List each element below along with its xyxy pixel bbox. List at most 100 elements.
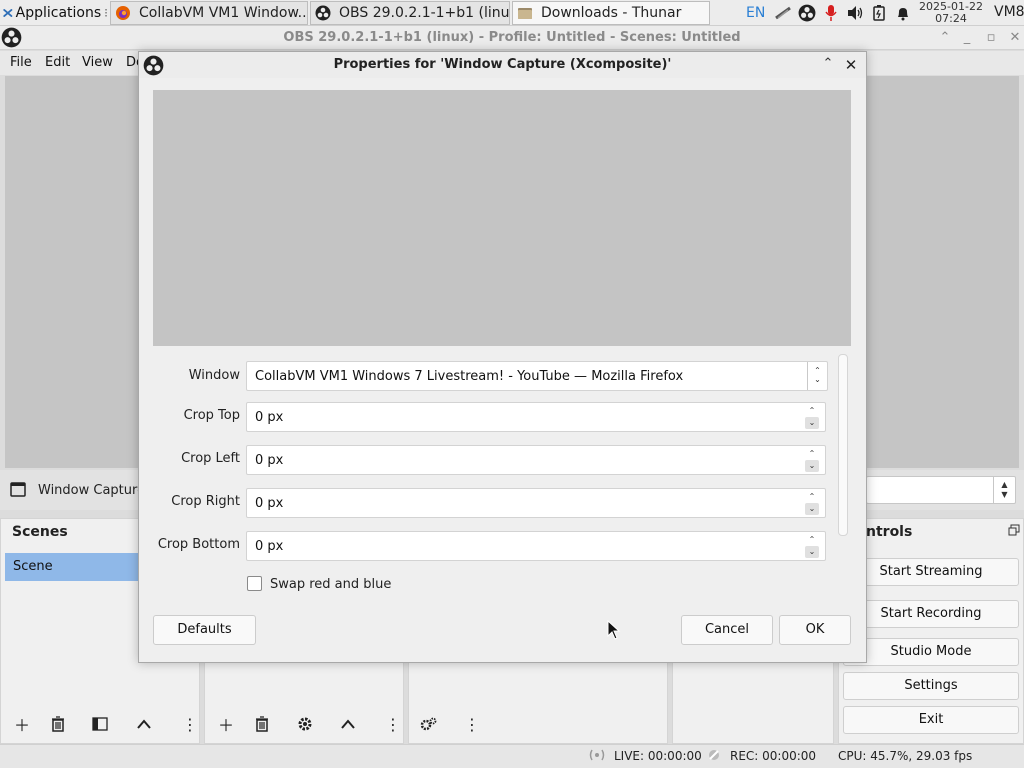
cpu-fps-status: CPU: 45.7%, 29.03 fps: [838, 749, 973, 763]
source-toolbar-select[interactable]: ▲ ▼: [866, 476, 1016, 504]
network-icon[interactable]: [774, 4, 792, 22]
spin-down-icon[interactable]: ⌄: [805, 460, 819, 472]
obs-logo-icon: [1, 27, 22, 48]
remove-source-icon[interactable]: [250, 712, 274, 736]
exit-button[interactable]: Exit: [843, 706, 1019, 734]
dialog-close-icon[interactable]: ✕: [843, 56, 859, 74]
xfce-logo-icon: [3, 9, 13, 17]
mouse-pointer-icon: [607, 620, 621, 640]
task-label: CollabVM VM1 Window...: [139, 5, 308, 21]
scenes-dock-title: Scenes: [12, 524, 68, 540]
source-properties-gear-icon[interactable]: [293, 712, 317, 736]
spin-buttons: ⌃ ⌄: [805, 405, 821, 431]
menu-file[interactable]: File: [10, 55, 32, 70]
window-maximize-button[interactable]: ▫: [982, 29, 1000, 47]
controls-dock-title: ntrols: [866, 524, 913, 540]
move-source-up-icon[interactable]: [336, 712, 360, 736]
settings-button[interactable]: Settings: [843, 672, 1019, 700]
window-field-label: Window: [188, 368, 240, 383]
dialog-title: Properties for 'Window Capture (Xcomposi…: [333, 57, 672, 72]
crop-right-spinbox[interactable]: 0 px ⌃ ⌄: [246, 488, 826, 518]
microphone-icon[interactable]: [822, 4, 840, 22]
window-select[interactable]: CollabVM VM1 Windows 7 Livestream! - You…: [246, 361, 828, 391]
spin-down-icon[interactable]: ⌄: [805, 417, 819, 429]
firefox-icon: [116, 6, 130, 20]
menu-view[interactable]: View: [82, 55, 113, 70]
vm-label: VM8: [994, 4, 1024, 20]
crop-bottom-value: 0 px: [255, 539, 284, 554]
rec-timer: REC: 00:00:00: [730, 749, 817, 763]
studio-mode-button[interactable]: Studio Mode: [843, 638, 1019, 666]
spin-up-icon[interactable]: ⌃: [805, 448, 819, 460]
spin-buttons: ⌃ ⌄: [805, 448, 821, 474]
clock[interactable]: 2025-01-22 07:24: [916, 0, 986, 26]
add-scene-icon[interactable]: ＋: [10, 712, 34, 736]
task-label: Downloads - Thunar: [541, 5, 682, 21]
notification-bell-icon[interactable]: [894, 4, 912, 22]
properties-scrollbar[interactable]: [838, 354, 848, 536]
obs-tray-icon[interactable]: [798, 4, 816, 22]
chevron-updown-icon: ▲ ▼: [993, 477, 1015, 503]
start-streaming-button[interactable]: Start Streaming: [843, 558, 1019, 586]
capture-preview: [153, 90, 851, 346]
swap-red-blue-label[interactable]: Swap red and blue: [270, 577, 391, 592]
obs-window-title: OBS 29.0.2.1-1+b1 (linux) - Profile: Unt…: [283, 30, 741, 45]
source-more-menu-icon[interactable]: ⋮: [381, 712, 405, 736]
add-source-icon[interactable]: ＋: [214, 712, 238, 736]
spin-down-icon[interactable]: ⌄: [805, 503, 819, 515]
window-select-value: CollabVM VM1 Windows 7 Livestream! - You…: [255, 369, 684, 384]
scene-more-menu-icon[interactable]: ⋮: [178, 712, 202, 736]
undock-icon[interactable]: [1008, 524, 1020, 536]
folder-icon: [518, 8, 532, 19]
crop-top-spinbox[interactable]: 0 px ⌃ ⌄: [246, 402, 826, 432]
mixer-more-menu-icon[interactable]: ⋮: [460, 712, 484, 736]
spin-up-icon[interactable]: ⌃: [805, 405, 819, 417]
live-timer: LIVE: 00:00:00: [614, 749, 702, 763]
crop-right-label: Crop Right: [171, 494, 240, 509]
defaults-button[interactable]: Defaults: [153, 615, 256, 645]
window-minimize-button[interactable]: _: [958, 29, 976, 47]
window-shade-button[interactable]: ⌃: [936, 29, 954, 47]
menu-edit[interactable]: Edit: [45, 55, 70, 70]
task-obs[interactable]: OBS 29.0.2.1-1+b1 (linu...: [310, 1, 510, 25]
spin-buttons: ⌃ ⌄: [805, 491, 821, 517]
chevron-updown-icon: ⌃ ⌄: [807, 362, 827, 390]
rec-status-icon: [709, 750, 719, 760]
crop-bottom-label: Crop Bottom: [157, 537, 240, 552]
task-thunar[interactable]: Downloads - Thunar: [512, 1, 710, 25]
start-recording-button[interactable]: Start Recording: [843, 600, 1019, 628]
crop-top-value: 0 px: [255, 410, 284, 425]
battery-icon[interactable]: [870, 4, 888, 22]
cancel-button[interactable]: Cancel: [681, 615, 773, 645]
crop-left-spinbox[interactable]: 0 px ⌃ ⌄: [246, 445, 826, 475]
scene-filters-icon[interactable]: [88, 712, 112, 736]
dialog-maximize-icon[interactable]: ⌃: [820, 56, 836, 72]
spin-up-icon[interactable]: ⌃: [805, 491, 819, 503]
obs-titlebar: OBS 29.0.2.1-1+b1 (linux) - Profile: Unt…: [0, 26, 1024, 50]
separator-dots-icon: ⁝: [104, 6, 108, 20]
scene-name: Scene: [13, 559, 53, 574]
window-source-icon: [10, 482, 26, 497]
applications-menu-button[interactable]: Applications ⁝: [0, 0, 108, 26]
spin-up-icon[interactable]: ⌃: [805, 534, 819, 546]
applications-label: Applications: [15, 5, 102, 21]
swap-red-blue-checkbox[interactable]: [247, 576, 262, 591]
crop-right-value: 0 px: [255, 496, 284, 511]
mixer-advanced-settings-icon[interactable]: [417, 712, 441, 736]
crop-top-label: Crop Top: [183, 408, 240, 423]
ok-button[interactable]: OK: [779, 615, 851, 645]
spin-buttons: ⌃ ⌄: [805, 534, 821, 560]
crop-left-value: 0 px: [255, 453, 284, 468]
task-label: OBS 29.0.2.1-1+b1 (linu...: [339, 5, 510, 21]
spin-down-icon[interactable]: ⌄: [805, 546, 819, 558]
remove-scene-icon[interactable]: [46, 712, 70, 736]
task-firefox[interactable]: CollabVM VM1 Window...: [110, 1, 308, 25]
window-close-button[interactable]: ✕: [1006, 29, 1024, 47]
keyboard-layout-indicator[interactable]: EN: [746, 5, 765, 21]
clock-time: 07:24: [935, 12, 967, 25]
crop-bottom-spinbox[interactable]: 0 px ⌃ ⌄: [246, 531, 826, 561]
selected-source-label: Window Capture: [38, 483, 146, 498]
move-scene-up-icon[interactable]: [132, 712, 156, 736]
volume-icon[interactable]: [846, 4, 864, 22]
crop-left-label: Crop Left: [181, 451, 240, 466]
